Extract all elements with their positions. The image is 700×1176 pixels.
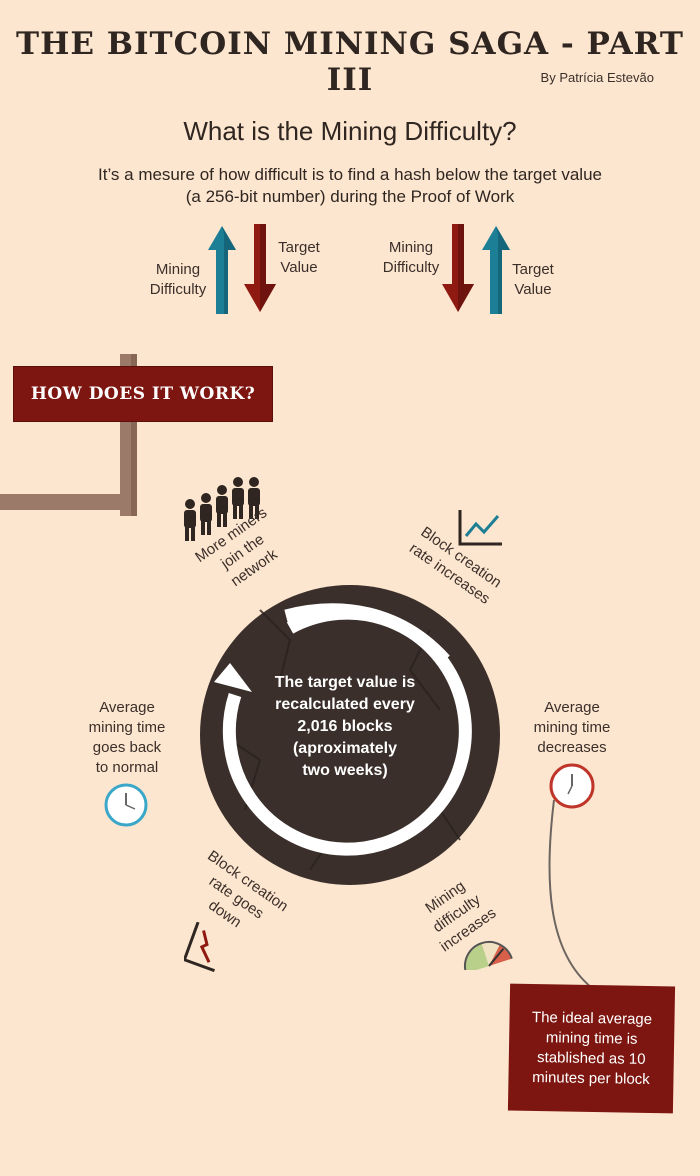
- step-time-normal-line3: goes back: [92, 739, 162, 756]
- falling-chart-icon: [184, 922, 215, 972]
- up-arrow-icon: [482, 226, 510, 314]
- ideal-time-text: The ideal average mining time is stablis…: [531, 1008, 653, 1088]
- rising-chart-icon: [458, 510, 502, 546]
- right-arrows: [442, 224, 510, 314]
- up-arrow-icon: [208, 226, 236, 314]
- step-time-decreases-line1: Average: [544, 699, 600, 716]
- center-line-3: 2,016 blocks: [297, 718, 393, 735]
- gauge-icon: [464, 941, 513, 970]
- center-line-4: (aproximately: [292, 740, 398, 757]
- center-line-5: two weeks): [302, 762, 388, 779]
- step-time-decreases-line2: mining time: [533, 719, 611, 736]
- step-time-normal-line4: to normal: [95, 759, 159, 776]
- author-credit: By Patrícia Estevão: [540, 70, 654, 85]
- step-time-decreases-line3: decreases: [537, 739, 607, 756]
- center-line-1: The target value is: [274, 674, 416, 691]
- definition-line-1: It’s a mesure of how difficult is to fin…: [98, 165, 602, 184]
- step-time-normal-line1: Average: [99, 699, 155, 716]
- definition-text: It’s a mesure of how difficult is to fin…: [40, 164, 660, 208]
- center-line-2: recalculated every: [275, 696, 415, 713]
- down-arrow-icon: [442, 224, 474, 312]
- step-time-normal: Average mining time goes back to normal: [74, 698, 180, 778]
- infographic-title: THE BITCOIN MINING SAGA - PART III: [16, 26, 684, 98]
- left-arrows: [208, 224, 276, 314]
- clock-icon: [104, 783, 148, 827]
- clock-icon: [549, 763, 595, 809]
- step-time-decreases: Average mining time decreases: [514, 698, 630, 758]
- cycle-center-text: The target value is recalculated every 2…: [250, 672, 440, 782]
- step-time-normal-line2: mining time: [88, 719, 166, 736]
- ideal-time-note: The ideal average mining time is stablis…: [507, 983, 676, 1114]
- clock-and-string: [548, 763, 595, 989]
- down-arrow-icon: [244, 224, 276, 312]
- definition-line-2: (a 256-bit number) during the Proof of W…: [185, 187, 515, 206]
- how-does-it-work-banner: HOW DOES IT WORK?: [13, 366, 273, 422]
- section-question: What is the Mining Difficulty?: [183, 116, 517, 146]
